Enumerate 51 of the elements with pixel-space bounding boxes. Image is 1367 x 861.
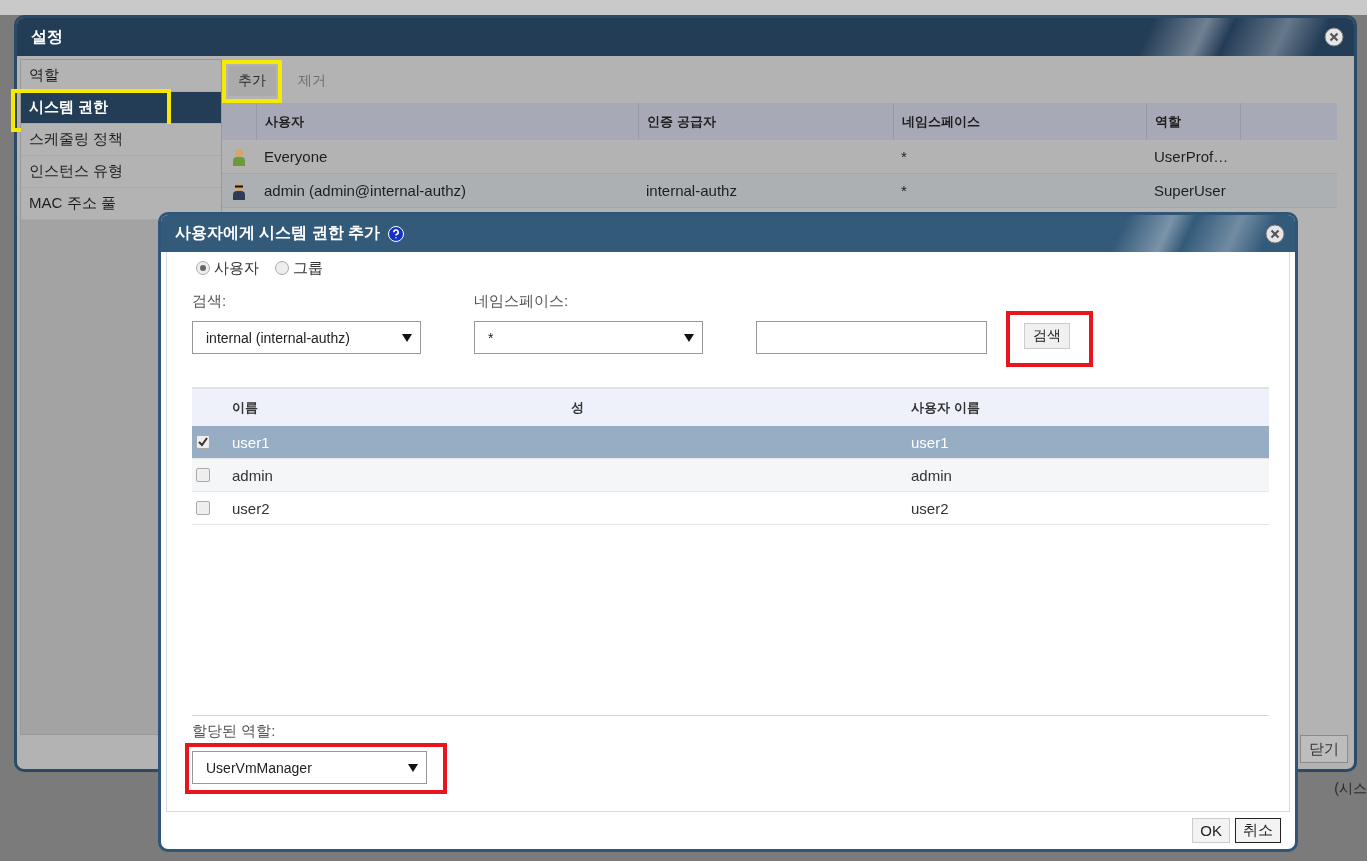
close-icon[interactable] — [1265, 223, 1285, 244]
field-label: 할당된 역할: — [192, 722, 276, 741]
table-cell-text: user1 — [911, 433, 950, 451]
provider-select[interactable]: internal (internal-authz) — [192, 321, 421, 354]
sidebar-item[interactable]: MAC 주소 풀 — [21, 188, 221, 220]
table-cell-text: user2 — [232, 499, 271, 517]
sidebar-item[interactable]: 인스턴스 유형 — [21, 156, 221, 188]
dialog-button[interactable]: 취소 — [1235, 818, 1281, 843]
field-label: 검색: — [192, 292, 228, 311]
checkbox[interactable] — [196, 435, 210, 449]
help-icon[interactable] — [388, 225, 405, 242]
sidebar-item[interactable]: 스케줄링 정책 — [21, 124, 221, 156]
close-icon[interactable] — [1324, 27, 1344, 47]
table-cell: internal-authz — [646, 182, 737, 199]
table-cell-text: user2 — [911, 499, 950, 517]
search-field[interactable] — [756, 321, 987, 354]
radio-option[interactable]: 사용자 — [196, 258, 259, 278]
user-icon — [233, 181, 245, 200]
caret-icon — [408, 763, 418, 772]
table-cell-text: admin — [232, 466, 274, 484]
checkbox[interactable] — [196, 468, 210, 482]
checkbox[interactable] — [196, 501, 210, 515]
background-text: (시스 — [1334, 780, 1367, 798]
column-header[interactable]: 이름 — [232, 398, 571, 417]
namespace-select[interactable]: * — [474, 321, 703, 354]
close-button[interactable]: 닫기 — [1300, 735, 1348, 763]
radio-option[interactable]: 그룹 — [275, 258, 323, 278]
search-button[interactable]: 검색 — [1024, 323, 1070, 349]
caret-icon — [402, 333, 412, 342]
column-header[interactable]: 사용자 이름 — [911, 398, 1269, 417]
caret-icon — [684, 333, 694, 342]
user-icon — [233, 147, 245, 166]
table-cell-text: * — [900, 148, 908, 165]
dialog-title: 사용자에게 시스템 권한 추가 — [175, 223, 381, 243]
table-cell-text: admin (admin@internal-authz) — [263, 182, 467, 199]
table-cell-text: UserProf… — [1153, 148, 1230, 165]
window-title: 설정 — [31, 26, 63, 47]
role-select[interactable]: UserVmManager — [192, 751, 427, 784]
user-row[interactable]: admin admin — [192, 459, 1269, 492]
dialog-button[interactable]: OK — [1192, 818, 1230, 843]
field-label: 네임스페이스: — [474, 292, 570, 311]
toolbar-button[interactable]: 추가 — [228, 66, 276, 96]
table-cell-text: Everyone — [263, 148, 329, 165]
sidebar-item[interactable]: 역할 — [21, 60, 221, 92]
checkmark-icon — [198, 437, 208, 447]
column-header[interactable]: 성 — [571, 398, 911, 417]
table-cell-text: SuperUser — [1153, 182, 1227, 199]
sidebar-item[interactable]: 시스템 권한 — [21, 92, 221, 124]
table-cell-text: user1 — [232, 433, 271, 451]
table-cell-text: admin — [911, 466, 953, 484]
table-cell-text: * — [900, 182, 908, 199]
